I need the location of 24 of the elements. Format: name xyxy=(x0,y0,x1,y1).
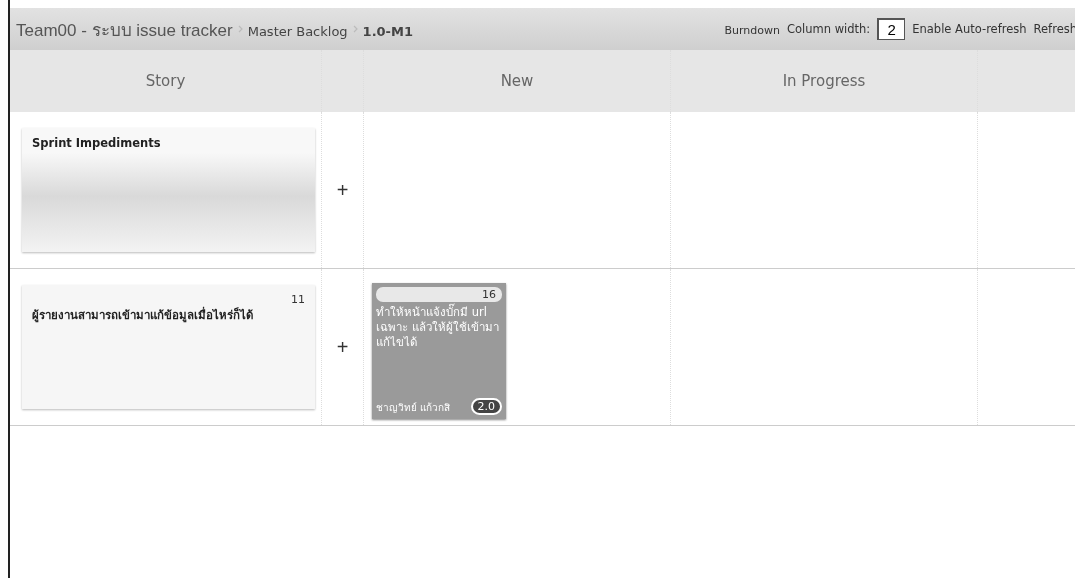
column-header: New xyxy=(364,50,671,112)
add-task-button[interactable]: + xyxy=(332,335,353,359)
story-title: ผู้รายงานสามารถเข้ามาแก้ข้อมูลเมื่อไหร่ก็ได้ xyxy=(32,306,254,324)
column-width-field[interactable]: 2 xyxy=(877,18,906,40)
chevron-icon xyxy=(352,25,358,33)
breadcrumb-link[interactable]: Team00 - ระบบ issue tracker xyxy=(16,15,233,43)
task-id: 16 xyxy=(376,287,502,302)
breadcrumb-link[interactable]: 1.0-M1 xyxy=(362,23,413,39)
column-header: In Progress xyxy=(671,50,978,112)
assignee-name: ชาญวิทย์ แก้วกสิ xyxy=(376,401,451,415)
story-id: 11 xyxy=(291,293,305,306)
task-title: ทำให้หน้าแจ้งบั๊กมี url เฉพาะ แล้วให้ผู้ใช้เข้ามาแก้ไขได้ xyxy=(376,305,500,350)
breadcrumb-link[interactable]: Master Backlog xyxy=(247,23,348,39)
estimate-badge: 2.0 xyxy=(470,398,502,415)
burndown-link[interactable]: Burndown xyxy=(724,24,780,37)
add-task-button[interactable]: + xyxy=(332,178,353,202)
column-width-label: Column width: xyxy=(786,22,871,36)
column-header: Story xyxy=(10,50,322,112)
story-card[interactable]: 11 ผู้รายงานสามารถเข้ามาแก้ข้อมูลเมื่อไหร่ก็ได้ xyxy=(22,285,315,409)
auto-refresh-link[interactable]: Enable Auto-refresh xyxy=(912,22,1027,36)
task-card[interactable]: 16 ทำให้หน้าแจ้งบั๊กมี url เฉพาะ แล้วให้ผู้ใช้เข้ามาแก้ไขได้ ชาญวิทย์ แก้วกสิ 2.0 xyxy=(372,283,506,419)
chevron-icon xyxy=(237,25,243,33)
story-title: Sprint Impediments xyxy=(32,136,162,150)
story-card[interactable]: Sprint Impediments xyxy=(22,128,315,252)
